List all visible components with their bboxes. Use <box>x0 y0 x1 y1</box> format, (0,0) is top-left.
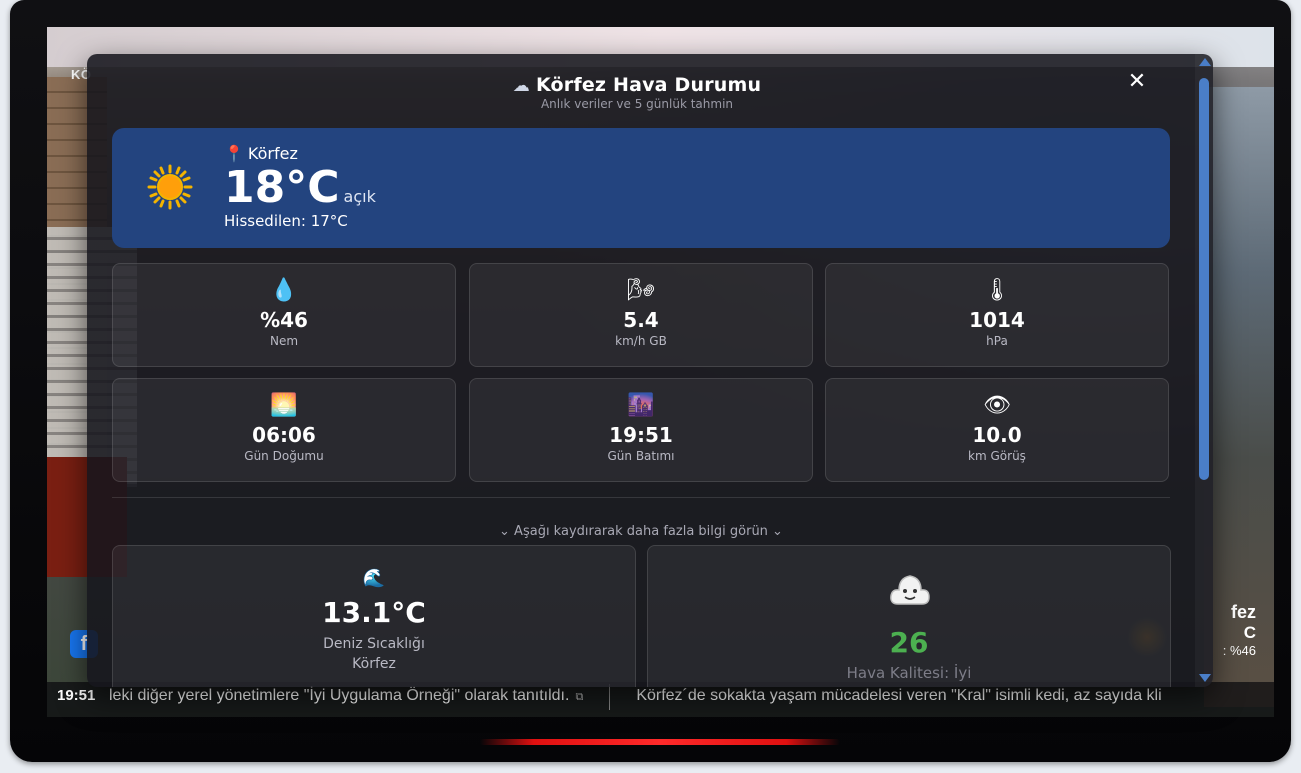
mini-weather-city: fez <box>1230 602 1256 622</box>
wind-icon: 🌬 <box>627 278 655 303</box>
stat-card-humidity: 💧 %46 Nem <box>112 263 456 367</box>
scroll-down-arrow-icon[interactable] <box>1199 674 1211 682</box>
air-quality-value: 26 <box>889 626 929 659</box>
tv-led-strip <box>480 739 840 745</box>
thermometer-icon: 🌡 <box>983 278 1011 303</box>
ticker-track: leki diğer yerel yönetimlere "İyi Uygula… <box>109 682 1269 717</box>
scroll-up-arrow-icon[interactable] <box>1199 58 1211 66</box>
ticker-time: 19:51 <box>57 687 96 704</box>
scrollbar-thumb[interactable] <box>1199 78 1209 480</box>
cloud-icon: ☁ <box>512 76 530 96</box>
feels-like: Hissedilen: 17°C <box>224 212 348 230</box>
weather-modal: ☁ Körfez Hava Durumu Anlık veriler ve 5 g… <box>87 54 1213 687</box>
stat-label: Gün Batımı <box>607 449 675 463</box>
stat-card-pressure: 🌡 1014 hPa <box>825 263 1169 367</box>
stat-value: 06:06 <box>252 423 316 447</box>
mini-weather-widget[interactable]: fez C : %46 <box>1223 602 1256 658</box>
external-link-icon[interactable]: ⧉ <box>575 691 583 703</box>
mini-weather-humidity: : %46 <box>1222 643 1256 658</box>
sea-temperature-label: Deniz Sıcaklığı <box>323 636 425 652</box>
stat-value: 10.0 <box>972 423 1022 447</box>
stat-label: Nem <box>269 334 299 348</box>
sunset-icon: 🌆 <box>627 393 655 418</box>
sun-icon <box>147 164 193 210</box>
scroll-hint: ⌄ Aşağı kaydırarak daha fazla bilgi görü… <box>499 524 783 539</box>
ticker-item-text: leki diğer yerel yönetimlere "İyi Uygula… <box>109 687 570 704</box>
news-ticker: 19:51 leki diğer yerel yönetimlere "İyi … <box>47 682 1274 717</box>
modal-scrollbar[interactable] <box>1195 54 1213 687</box>
stat-label: km/h GB <box>615 334 667 348</box>
stat-card-visibility: 👁 10.0 km Görüş <box>825 378 1169 482</box>
stat-label: hPa <box>986 334 1008 348</box>
stat-value: 5.4 <box>623 308 659 332</box>
stat-card-sunset: 🌆 19:51 Gün Batımı <box>469 378 813 482</box>
air-quality-label: Hava Kalitesi: İyi <box>846 664 972 682</box>
stat-label: Gün Doğumu <box>244 449 324 463</box>
section-divider <box>112 497 1170 498</box>
ticker-separator <box>609 684 611 710</box>
current-condition: açık <box>343 187 376 206</box>
sunrise-icon: 🌅 <box>270 393 298 418</box>
sea-temperature-card: 🌊 13.1°C Deniz Sıcaklığı Körfez <box>112 545 636 687</box>
mini-weather-temp: C <box>1243 623 1256 642</box>
stat-card-wind: 🌬 5.4 km/h GB <box>469 263 813 367</box>
eye-icon: 👁 <box>983 393 1011 418</box>
sea-temperature-value: 13.1°C <box>322 596 426 629</box>
droplet-icon: 💧 <box>270 278 298 303</box>
pin-icon: 📍 <box>224 144 244 163</box>
close-button[interactable]: ✕ <box>1125 70 1149 94</box>
current-location-text: Körfez <box>247 144 298 163</box>
cloud-face-icon <box>890 575 930 605</box>
current-temperature-value: 18°C <box>224 162 340 213</box>
sea-temperature-location: Körfez <box>352 656 396 672</box>
ticker-item-text: Körfez´de sokakta yaşam mücadelesi veren… <box>636 687 1162 704</box>
air-quality-card: 26 Hava Kalitesi: İyi <box>647 545 1171 687</box>
wave-icon: 🌊 <box>362 568 386 589</box>
stat-value: %46 <box>260 308 308 332</box>
stat-label: km Görüş <box>968 449 1026 463</box>
modal-subtitle: Anlık veriler ve 5 günlük tahmin <box>540 97 734 111</box>
stat-card-sunrise: 🌅 06:06 Gün Doğumu <box>112 378 456 482</box>
stat-value: 19:51 <box>609 423 673 447</box>
modal-title: ☁ Körfez Hava Durumu <box>87 74 1187 96</box>
modal-title-text: Körfez Hava Durumu <box>535 74 762 96</box>
stat-value: 1014 <box>969 308 1025 332</box>
current-location: 📍 Körfez <box>224 144 298 163</box>
current-weather-panel: 📍 Körfez 18°C açık Hissedilen: 17°C <box>112 128 1170 248</box>
